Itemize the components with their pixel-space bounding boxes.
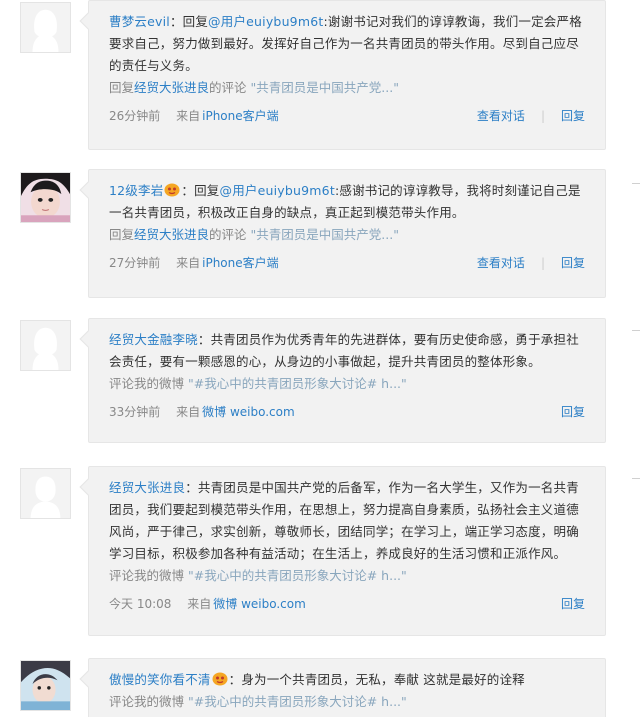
- source-prefix: 来自: [187, 597, 212, 611]
- comment-actions: 回复: [561, 587, 585, 621]
- comment-bubble: 12级李岩 ：回复@用户euiybu9m6t:感谢书记的谆谆教导，我将时刻谨记自己…: [79, 169, 606, 298]
- vip-badge-icon: [164, 182, 180, 197]
- ref-mid: 的评论: [209, 227, 247, 242]
- reference-line: 回复经贸大张进良的评论 "共青团员是中国共产党...": [109, 224, 587, 246]
- ref-quote-link[interactable]: "共青团员是中国共产党...": [251, 80, 399, 95]
- comment-text: 12级李岩 ：回复@用户euiybu9m6t:感谢书记的谆谆教导，我将时刻谨记自己…: [109, 180, 587, 224]
- ref-quote-link[interactable]: "#我心中的共青团员形象大讨论# h...": [188, 376, 407, 391]
- ref-prefix: 回复: [109, 80, 135, 95]
- timestamp: 27分钟前: [109, 256, 161, 270]
- avatar[interactable]: [20, 660, 71, 711]
- comment-text: 曹梦云evil：回复@用户euiybu9m6t:谢谢书记对我们的谆谆教诲，我们一…: [109, 11, 587, 77]
- reference-line: 评论我的微博 "#我心中的共青团员形象大讨论# h...": [109, 373, 587, 395]
- reference-line: 评论我的微博 "#我心中的共青团员形象大讨论# h...": [109, 565, 587, 587]
- author-link[interactable]: 傲慢的笑你看不清: [109, 672, 211, 687]
- edge-divider: [632, 183, 640, 184]
- user-photo-avatar-icon: [21, 173, 70, 222]
- comment-meta: 今天 10:08 来自 微博 weibo.com 回复: [109, 587, 587, 621]
- edge-divider: [632, 330, 640, 331]
- body-prefix: ：: [228, 672, 242, 687]
- edge-divider: [632, 478, 640, 479]
- comment-bubble: 傲慢的笑你看不清 ：身为一个共青团员，无私，奉献 这就是最好的诠释 评论我的微博 …: [79, 658, 606, 717]
- comment-text: 傲慢的笑你看不清 ：身为一个共青团员，无私，奉献 这就是最好的诠释: [109, 669, 587, 691]
- reply-button[interactable]: 回复: [561, 405, 585, 419]
- default-male-avatar-icon: [21, 469, 70, 518]
- reference-line: 评论我的微博 "#我心中的共青团员形象大讨论# h...": [109, 691, 587, 713]
- ref-quote-link[interactable]: "共青团员是中国共产党...": [251, 227, 399, 242]
- mention-link[interactable]: @用户euiybu9m6t: [208, 14, 323, 29]
- body-prefix: ：回复: [169, 14, 209, 29]
- source-prefix: 来自: [176, 109, 201, 123]
- avatar[interactable]: [20, 172, 71, 223]
- body-prefix: ：回复: [181, 183, 220, 198]
- divider: |: [540, 109, 545, 123]
- comment-meta: 33分钟前 来自 微博 weibo.com 回复: [109, 395, 587, 429]
- comment-bubble: 经贸大张进良：共青团员是中国共产党的后备军，作为一名大学生，又作为一名共青团员，…: [79, 466, 606, 636]
- timestamp: 33分钟前: [109, 405, 161, 419]
- ref-prefix: 评论我的微博: [109, 376, 185, 391]
- source-prefix: 来自: [176, 405, 201, 419]
- avatar[interactable]: [20, 320, 71, 371]
- ref-user-link[interactable]: 经贸大张进良: [134, 80, 209, 95]
- vip-badge-icon: [212, 671, 228, 686]
- source-prefix: 来自: [176, 256, 201, 270]
- ref-quote-link[interactable]: "#我心中的共青团员形象大讨论# h...": [188, 694, 407, 709]
- ref-mid: 的评论: [209, 80, 247, 95]
- divider: |: [540, 256, 545, 270]
- ref-prefix: 回复: [109, 227, 135, 242]
- source-link[interactable]: 微博 weibo.com: [202, 405, 295, 419]
- view-conversation-button[interactable]: 查看对话: [477, 109, 525, 123]
- source-link[interactable]: iPhone客户端: [202, 256, 279, 270]
- ref-user-link[interactable]: 经贸大张进良: [134, 227, 209, 242]
- author-link[interactable]: 经贸大张进良: [109, 480, 185, 495]
- comment-bubble: 曹梦云evil：回复@用户euiybu9m6t:谢谢书记对我们的谆谆教诲，我们一…: [79, 0, 606, 150]
- avatar[interactable]: [20, 2, 71, 53]
- author-link[interactable]: 经贸大金融李晓: [109, 332, 198, 347]
- source-link[interactable]: iPhone客户端: [202, 109, 279, 123]
- comment-body: 身为一个共青团员，无私，奉献 这就是最好的诠释: [241, 672, 525, 687]
- comment-actions: 回复: [561, 395, 585, 429]
- comment-bubble: 经贸大金融李晓：共青团员作为优秀青年的先进群体，要有历史使命感，勇于承担社会责任…: [79, 318, 606, 443]
- comment-meta: 27分钟前 来自 iPhone客户端 查看对话 | 回复: [109, 246, 587, 280]
- body-prefix: ：: [197, 332, 211, 347]
- reply-button[interactable]: 回复: [561, 256, 585, 270]
- body-prefix: ：: [185, 480, 198, 495]
- view-conversation-button[interactable]: 查看对话: [477, 256, 525, 270]
- timestamp: 26分钟前: [109, 109, 161, 123]
- timestamp: 今天 10:08: [109, 597, 172, 611]
- author-link[interactable]: 12级李岩: [109, 183, 163, 198]
- ref-quote-link[interactable]: "#我心中的共青团员形象大讨论# h...": [188, 568, 407, 583]
- comment-actions: 查看对话 | 回复: [477, 246, 585, 280]
- ref-prefix: 评论我的微博: [109, 568, 185, 583]
- reply-button[interactable]: 回复: [561, 109, 585, 123]
- source-link[interactable]: 微博 weibo.com: [213, 597, 306, 611]
- reply-button[interactable]: 回复: [561, 597, 585, 611]
- default-female-avatar-icon: [21, 3, 70, 52]
- comment-text: 经贸大金融李晓：共青团员作为优秀青年的先进群体，要有历史使命感，勇于承担社会责任…: [109, 329, 587, 373]
- comment-meta: 26分钟前 来自 iPhone客户端 查看对话 | 回复: [109, 99, 587, 133]
- ref-prefix: 评论我的微博: [109, 694, 185, 709]
- user-photo-avatar-icon: [21, 661, 70, 710]
- author-link[interactable]: 曹梦云evil: [109, 14, 170, 29]
- comment-actions: 查看对话 | 回复: [477, 99, 585, 133]
- avatar[interactable]: [20, 468, 71, 519]
- comment-text: 经贸大张进良：共青团员是中国共产党的后备军，作为一名大学生，又作为一名共青团员，…: [109, 477, 587, 565]
- default-female-avatar-icon: [21, 321, 70, 370]
- mention-link[interactable]: @用户euiybu9m6t: [220, 183, 335, 198]
- reference-line: 回复经贸大张进良的评论 "共青团员是中国共产党...": [109, 77, 587, 99]
